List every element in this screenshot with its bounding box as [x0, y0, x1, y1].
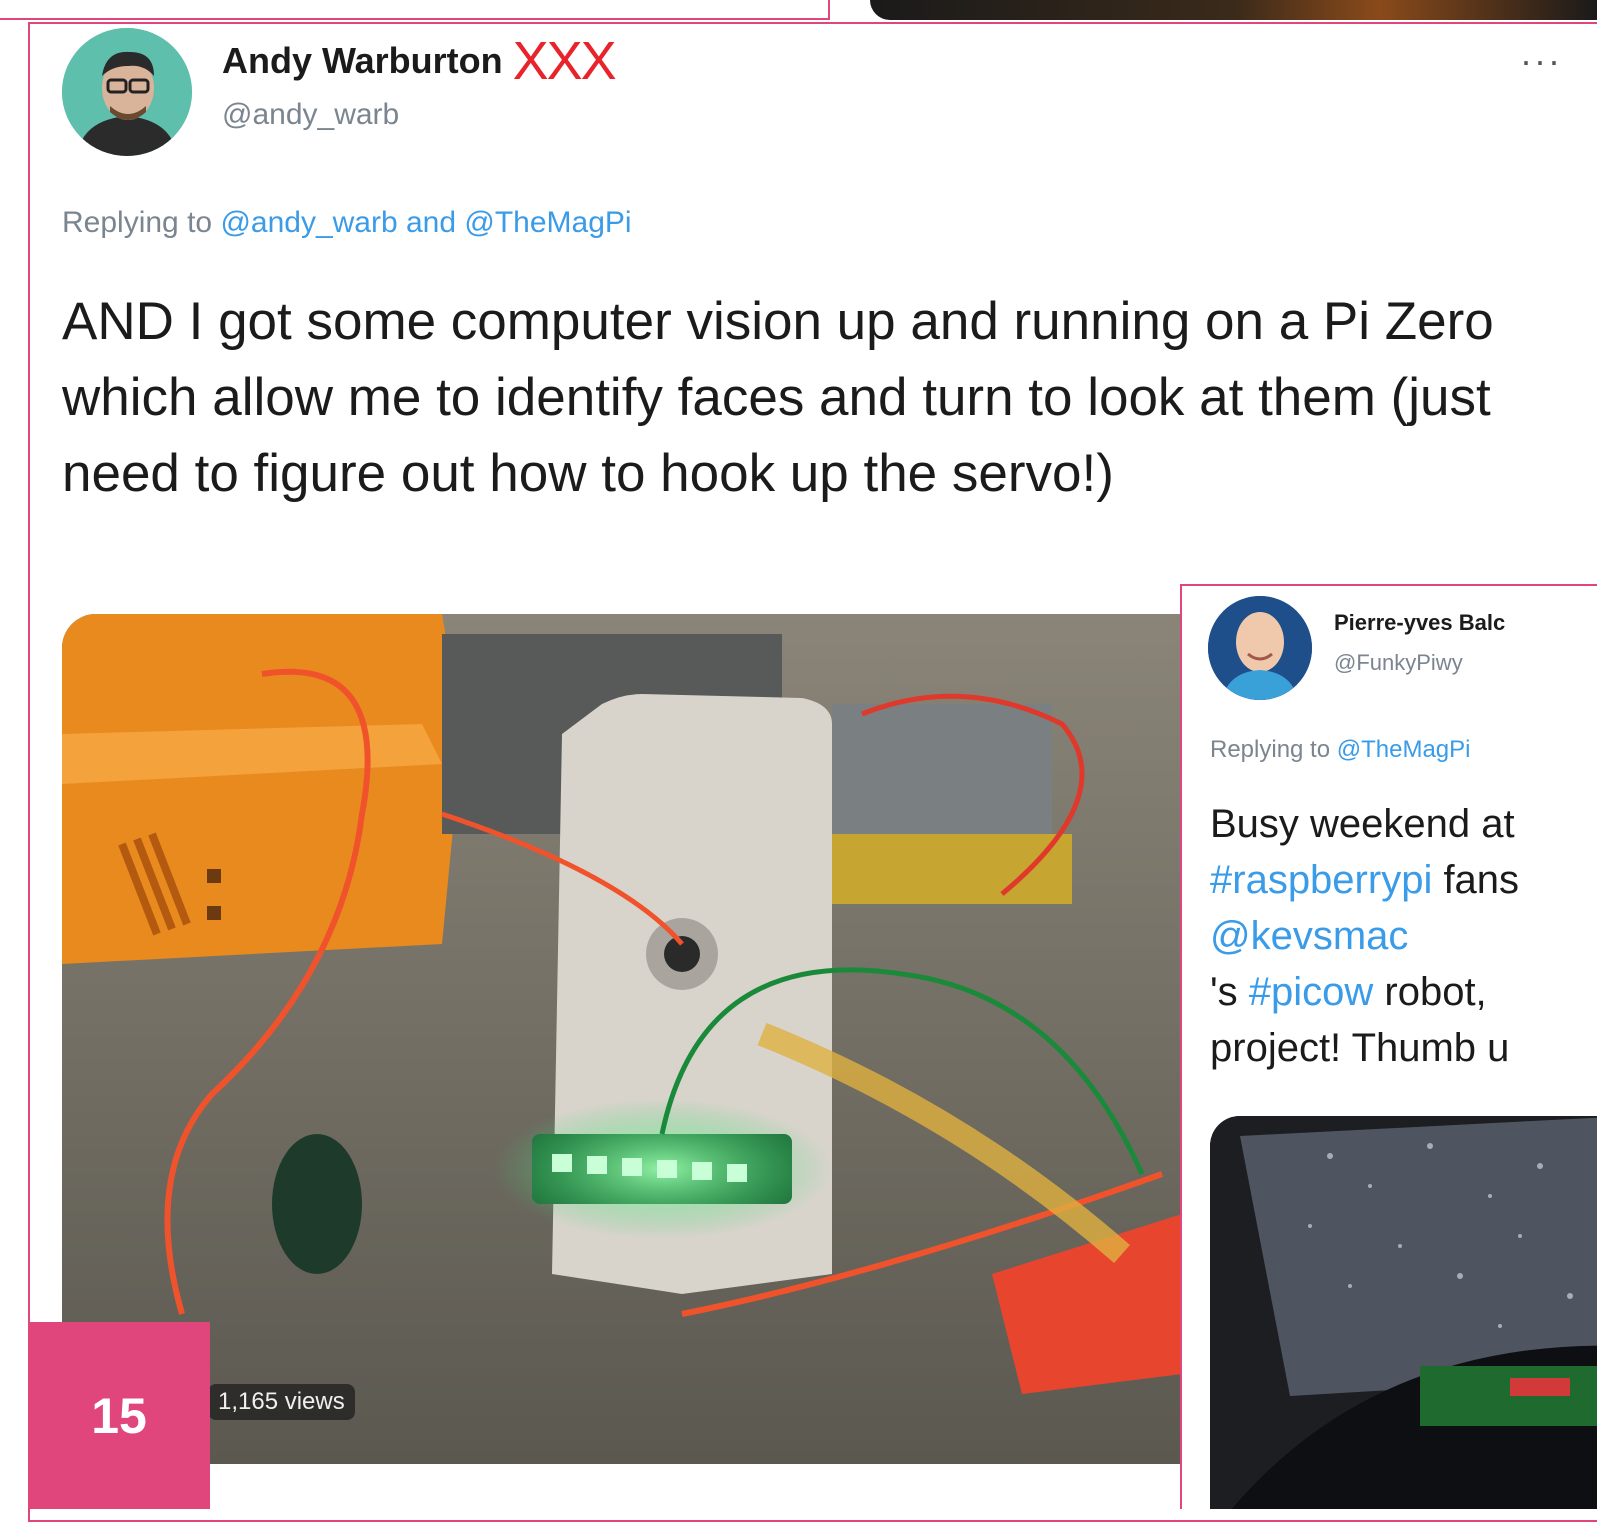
more-options-icon[interactable]: ··· [1520, 40, 1562, 82]
author-handle[interactable]: @FunkyPiwy [1334, 650, 1463, 676]
author-name-text: Andy Warburton [222, 40, 503, 81]
tweet-text-fragment: robot, [1373, 970, 1487, 1014]
page-number: 15 [28, 1322, 210, 1509]
author-name[interactable]: Pierre-yves Balc [1334, 610, 1505, 636]
person-icon [1208, 596, 1312, 700]
person-icon [62, 28, 192, 156]
replying-user-link[interactable]: @TheMagPi [464, 206, 631, 239]
replying-user-link[interactable]: @TheMagPi [1337, 736, 1471, 763]
tweet-photo[interactable] [1210, 1116, 1597, 1509]
replying-to-line: Replying to @TheMagPi [1210, 736, 1471, 764]
view-count: 1,165 views [208, 1384, 355, 1420]
author-handle[interactable]: @andy_warb [222, 98, 399, 132]
tweet-text-fragment: fans [1432, 858, 1520, 902]
replying-and: and [406, 206, 457, 239]
previous-card-edge [0, 0, 830, 20]
tweet-photo[interactable] [62, 614, 1182, 1464]
mention-link[interactable]: @kevsmac [1210, 914, 1408, 958]
tweet-text-line: Busy weekend at [1210, 802, 1515, 846]
tweet-card-secondary: Pierre-yves Balc @FunkyPiwy Replying to … [1180, 584, 1597, 1509]
replying-prefix: Replying to [62, 206, 213, 239]
avatar[interactable] [62, 28, 192, 156]
avatar[interactable] [1208, 596, 1312, 700]
author-name[interactable]: Andy Warburton XXX [222, 31, 617, 91]
tweet-text-line: 's #picow robot, [1210, 964, 1519, 1020]
previous-photo-edge [870, 0, 1597, 20]
tweet-text-line: #raspberrypi fans [1210, 852, 1519, 908]
project-photo-image [62, 614, 1182, 1464]
author-flair: XXX [512, 31, 617, 91]
hashtag-link[interactable]: #picow [1249, 970, 1374, 1014]
replying-user-link[interactable]: @andy_warb [220, 206, 397, 239]
robot-photo-image [1210, 1116, 1597, 1509]
tweet-text: Busy weekend at #raspberrypi fans @kevsm… [1210, 796, 1519, 1076]
tweet-text-fragment: 's [1210, 970, 1249, 1014]
tweet-text: AND I got some computer vision up and ru… [62, 292, 1494, 503]
replying-to-line: Replying to @andy_warb and @TheMagPi [62, 206, 632, 240]
tweet-text-line: @kevsmac [1210, 908, 1519, 964]
tweet-text-line: project! Thumb u [1210, 1026, 1510, 1070]
hashtag-link[interactable]: #raspberrypi [1210, 858, 1432, 902]
replying-prefix: Replying to [1210, 736, 1331, 763]
